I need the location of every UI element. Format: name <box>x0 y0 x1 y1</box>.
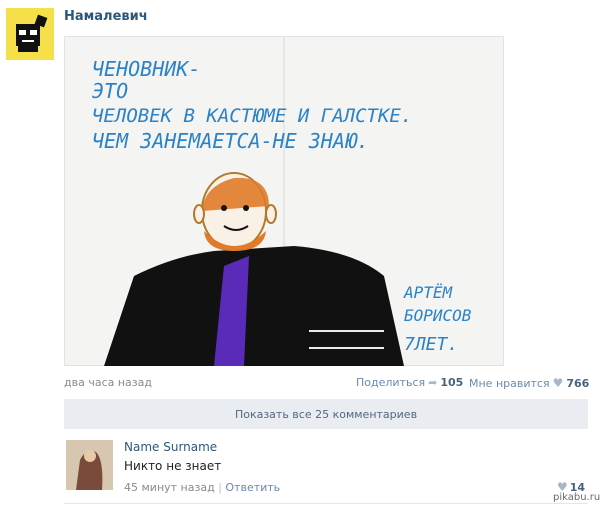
reply-button[interactable]: Ответить <box>225 481 280 494</box>
like-control[interactable]: Мне нравится ♥ 766 <box>469 376 589 390</box>
share-control[interactable]: Поделиться ➦ 105 <box>356 376 463 389</box>
comment-time[interactable]: 45 минут назад <box>124 481 215 494</box>
comment-avatar-image-icon <box>66 440 113 490</box>
drawing-sign-1: АРТЁМ <box>403 283 454 302</box>
share-icon: ➦ <box>428 376 438 389</box>
drawing-sign-2: БОРИСОВ <box>404 306 472 325</box>
comment-divider <box>64 503 588 504</box>
avatar-glyph-icon <box>16 14 48 52</box>
comment-text: Никто не знает <box>124 459 222 473</box>
drawing-line-1: ЧЕНОВНИК- <box>92 57 200 81</box>
share-label[interactable]: Поделиться <box>356 376 425 389</box>
like-count: 766 <box>566 376 590 390</box>
heart-icon: ♥ <box>552 376 564 390</box>
child-drawing: ЧЕНОВНИК- ЭТО ЧЕЛОВЕК В КАСТЮМЕ И ГАЛСТК… <box>92 36 472 366</box>
author-avatar[interactable] <box>6 8 54 60</box>
post-image[interactable]: ЧЕНОВНИК- ЭТО ЧЕЛОВЕК В КАСТЮМЕ И ГАЛСТК… <box>64 36 504 366</box>
post-time[interactable]: два часа назад <box>64 376 152 389</box>
comment-avatar[interactable] <box>66 440 113 490</box>
post-author-name[interactable]: Намалевич <box>64 9 148 24</box>
comment-meta: 45 минут назад | Ответить <box>124 481 281 494</box>
like-label[interactable]: Мне нравится <box>469 377 550 390</box>
drawing-line-4: ЧЕМ ЗАНЕМАЕТСА-НЕ ЗНАЮ. <box>92 129 369 153</box>
share-count: 105 <box>440 376 464 389</box>
show-all-comments-button[interactable]: Показать все 25 комментариев <box>64 399 588 429</box>
drawing-line-2: ЭТО <box>92 79 128 103</box>
drawing-sign-3: 7ЛЕТ. <box>404 334 458 355</box>
drawing-line-3: ЧЕЛОВЕК В КАСТЮМЕ И ГАЛСТКЕ. <box>92 105 412 127</box>
watermark: pikabu.ru <box>553 492 600 503</box>
comment-author-name[interactable]: Name Surname <box>124 440 217 454</box>
